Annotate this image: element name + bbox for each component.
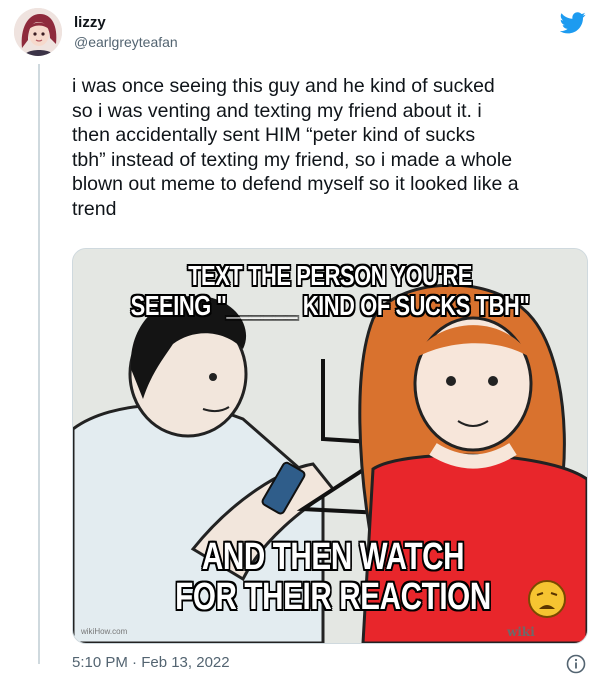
meme-top-line1: TEXT THE PERSON YOU'RE (188, 260, 472, 291)
info-icon[interactable] (566, 654, 586, 674)
meme-bottom-caption: AND THEN WATCH FOR THEIR REACTION (115, 537, 552, 617)
user-handle[interactable]: @earlgreyteafan (74, 34, 178, 50)
thread-line (38, 64, 40, 664)
wikihow-watermark-logo: wiki (507, 625, 535, 639)
tweet-text: i was once seeing this guy and he kind o… (72, 75, 519, 220)
wikihow-watermark-url: wikiHow.com (81, 627, 128, 636)
avatar-illustration (14, 8, 62, 56)
meme-top-caption: TEXT THE PERSON YOU'RE SEEING "______ KI… (98, 261, 561, 321)
meme-top-line2: SEEING "______ KIND OF SUCKS TBH" (130, 290, 530, 321)
twitter-bird-icon[interactable] (560, 12, 586, 34)
tweet-timestamp[interactable]: 5:10 PM · Feb 13, 2022 (72, 654, 230, 671)
tweet-media[interactable]: TEXT THE PERSON YOU'RE SEEING "______ KI… (72, 248, 588, 644)
meme-bottom-line1: AND THEN WATCH (201, 536, 465, 578)
meme-bottom-line2: FOR THEIR REACTION (175, 576, 491, 618)
display-name[interactable]: lizzy (74, 14, 106, 31)
avatar[interactable] (14, 8, 62, 56)
